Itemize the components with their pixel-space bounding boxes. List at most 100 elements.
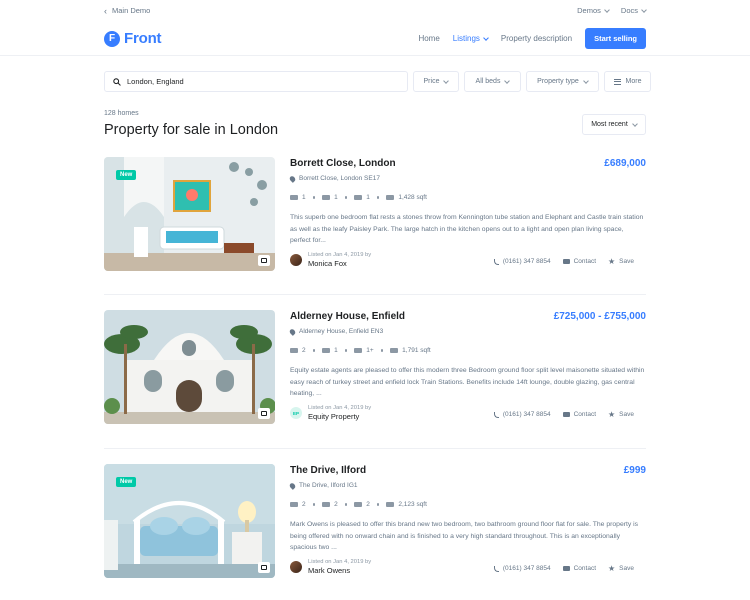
listing-description: Mark Owens is pleased to offer this bran… (290, 521, 639, 551)
bed-icon (290, 502, 298, 507)
contact-button[interactable]: Contact (562, 258, 596, 265)
property-type-filter-label: Property type (537, 78, 579, 85)
bed-icon (290, 195, 298, 200)
avatar (290, 561, 302, 573)
property-photo[interactable]: New (104, 464, 275, 578)
phone-link[interactable]: (0161) 347 8854 (493, 565, 551, 572)
top-right-menu: Demos Docs (577, 6, 647, 15)
property-photo[interactable]: New (104, 157, 275, 271)
beds-filter[interactable]: All beds (464, 71, 521, 92)
gallery-icon[interactable] (258, 255, 270, 266)
search-input[interactable]: London, England (104, 71, 408, 92)
chevron-left-icon: ‹ (104, 5, 107, 16)
listing-actions: (0161) 347 8854 Contact ★ Save (493, 256, 634, 266)
agent-name[interactable]: Monica Fox (308, 259, 371, 268)
contact-button[interactable]: Contact (562, 411, 596, 418)
car-icon (354, 502, 363, 507)
mail-icon (562, 259, 570, 264)
phone-number: (0161) 347 8854 (502, 565, 551, 572)
phone-link[interactable]: (0161) 347 8854 (493, 411, 551, 418)
listed-date: Listed on Jan 4, 2019 by (308, 405, 372, 411)
results-count: 128 homes (104, 110, 139, 117)
star-icon: ★ (608, 563, 616, 573)
baths-count: 1 (334, 194, 338, 201)
nav-home[interactable]: Home (418, 34, 439, 43)
logo[interactable]: F Front (102, 30, 162, 47)
save-label: Save (619, 411, 634, 418)
bath-icon (322, 195, 331, 200)
listing-price: £689,000 (604, 158, 646, 169)
star-icon: ★ (608, 409, 616, 419)
demos-label: Demos (577, 6, 601, 15)
nav-listings[interactable]: Listings (452, 34, 489, 43)
price-filter[interactable]: Price (413, 71, 459, 92)
save-button[interactable]: ★ Save (608, 409, 634, 419)
listing-price: £999 (623, 465, 646, 476)
save-label: Save (619, 565, 634, 572)
baths-count: 2 (334, 501, 338, 508)
logo-mark-icon: F (102, 30, 120, 47)
listing-card[interactable]: Alderney House, Enfield £725,000 - £755,… (104, 310, 646, 424)
nav-property-description[interactable]: Property description (501, 34, 572, 43)
car-icon (354, 195, 363, 200)
listing-features: 2 1 1+ 1,791 sqft (290, 347, 431, 354)
listing-title[interactable]: The Drive, Ilford (290, 465, 366, 476)
listed-date: Listed on Jan 4, 2019 by (308, 252, 372, 258)
listing-agent: Listed on Jan 4, 2019 by Mark Owens (290, 559, 371, 575)
demos-dropdown[interactable]: Demos (577, 6, 610, 15)
phone-icon (493, 258, 499, 265)
listing-address: Alderney House, Enfield EN3 (288, 327, 383, 336)
filter-bar: London, England Price All beds Property … (104, 71, 651, 92)
save-label: Save (619, 258, 634, 265)
more-filters-label: More (625, 78, 642, 85)
area-value: 2,123 sqft (398, 501, 427, 508)
map-pin-icon (288, 327, 297, 336)
gallery-icon[interactable] (258, 562, 270, 573)
save-button[interactable]: ★ Save (608, 563, 634, 573)
property-photo[interactable] (104, 310, 275, 424)
gallery-icon[interactable] (258, 408, 270, 419)
listing-divider (104, 294, 646, 295)
mail-icon (562, 412, 570, 417)
listing-actions: (0161) 347 8854 Contact ★ Save (493, 563, 634, 573)
listing-card[interactable]: New The Drive, Ilford £999 The Drive, Il… (104, 464, 646, 578)
listing-title[interactable]: Alderney House, Enfield (290, 311, 405, 322)
listing-description: Equity estate agents are pleased to offe… (290, 367, 645, 397)
listing-agent: Listed on Jan 4, 2019 by Monica Fox (290, 252, 371, 268)
save-button[interactable]: ★ Save (608, 256, 634, 266)
contact-button[interactable]: Contact (562, 565, 596, 572)
search-value: London, England (127, 77, 184, 86)
logo-letter: F (109, 32, 116, 44)
agent-name[interactable]: Equity Property (308, 412, 371, 421)
listing-features: 1 1 1 1,428 sqft (290, 194, 427, 201)
main-nav: Home Listings Property description Start… (418, 28, 646, 49)
start-selling-button[interactable]: Start selling (585, 28, 646, 49)
docs-dropdown[interactable]: Docs (620, 6, 647, 15)
search-icon (113, 77, 121, 86)
new-badge: New (116, 170, 137, 180)
listing-card[interactable]: New Borrett Close, London £689,000 Borre… (104, 157, 646, 271)
star-icon: ★ (608, 256, 616, 266)
map-pin-icon (288, 481, 297, 490)
beds-count: 2 (302, 501, 306, 508)
docs-label: Docs (620, 6, 638, 15)
chevron-down-icon (631, 120, 638, 127)
property-image (104, 310, 275, 424)
car-icon (354, 348, 363, 353)
mail-icon (562, 566, 570, 571)
phone-number: (0161) 347 8854 (502, 411, 551, 418)
bath-icon (322, 348, 331, 353)
sliders-icon (613, 78, 621, 85)
sort-dropdown[interactable]: Most recent (582, 114, 646, 135)
back-to-main-demo-link[interactable]: ‹ Main Demo (104, 6, 150, 15)
chevron-down-icon (604, 6, 610, 13)
avatar: EP (290, 407, 302, 419)
listing-description: This superb one bedroom flat rests a sto… (290, 214, 644, 244)
more-filters-button[interactable]: More (604, 71, 651, 92)
agent-name[interactable]: Mark Owens (308, 566, 371, 575)
phone-link[interactable]: (0161) 347 8854 (493, 258, 551, 265)
listing-title[interactable]: Borrett Close, London (290, 158, 396, 169)
property-type-filter[interactable]: Property type (526, 71, 599, 92)
beds-filter-label: All beds (475, 78, 501, 85)
nav-listings-label: Listings (452, 34, 480, 43)
